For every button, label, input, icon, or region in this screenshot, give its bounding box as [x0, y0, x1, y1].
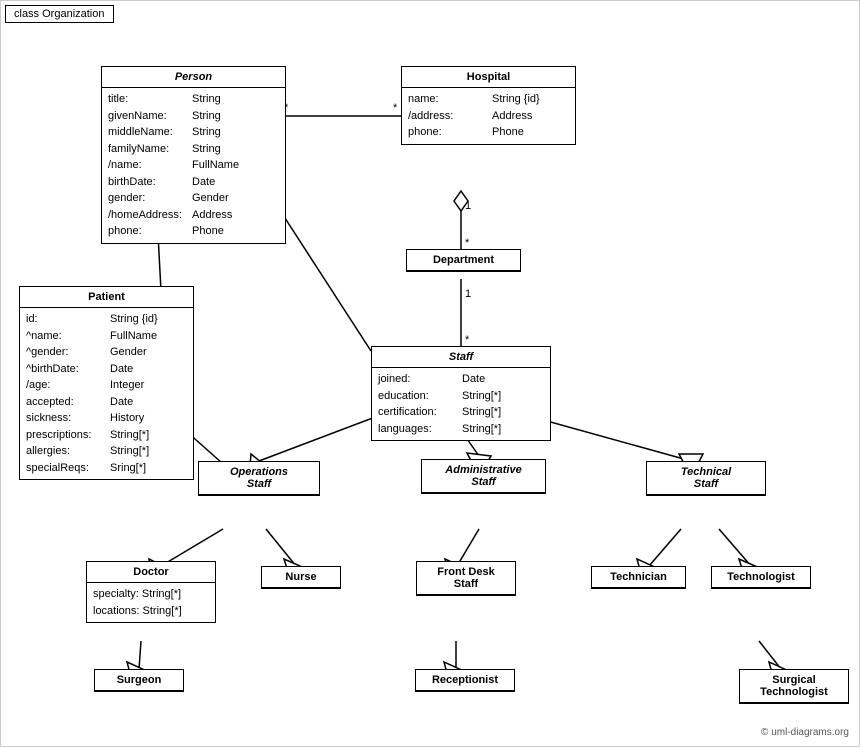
- diagram-title: class Organization: [5, 5, 114, 23]
- administrative-staff-class: AdministrativeStaff: [421, 459, 546, 494]
- department-class: Department: [406, 249, 521, 272]
- staff-class: Staff joined:Date education:String[*] ce…: [371, 346, 551, 441]
- svg-text:1: 1: [465, 200, 471, 212]
- person-class: Person title:String givenName:String mid…: [101, 66, 286, 244]
- operations-staff-class: OperationsStaff: [198, 461, 320, 496]
- doctor-class: Doctor specialty: String[*] locations: S…: [86, 561, 216, 623]
- technologist-class: Technologist: [711, 566, 811, 589]
- patient-title: Patient: [20, 287, 193, 308]
- technical-staff-class: TechnicalStaff: [646, 461, 766, 496]
- hospital-attrs: name:String {id} /address:Address phone:…: [402, 88, 575, 144]
- surgeon-title: Surgeon: [95, 670, 183, 691]
- svg-text:*: *: [393, 102, 398, 114]
- staff-attrs: joined:Date education:String[*] certific…: [372, 368, 550, 440]
- hospital-title: Hospital: [402, 67, 575, 88]
- person-title: Person: [102, 67, 285, 88]
- nurse-title: Nurse: [262, 567, 340, 588]
- administrative-staff-title: AdministrativeStaff: [422, 460, 545, 493]
- operations-staff-title: OperationsStaff: [199, 462, 319, 495]
- front-desk-staff-class: Front DeskStaff: [416, 561, 516, 596]
- staff-title: Staff: [372, 347, 550, 368]
- technical-staff-title: TechnicalStaff: [647, 462, 765, 495]
- technician-class: Technician: [591, 566, 686, 589]
- receptionist-title: Receptionist: [416, 670, 514, 691]
- copyright: © uml-diagrams.org: [761, 727, 849, 738]
- surgical-technologist-class: SurgicalTechnologist: [739, 669, 849, 704]
- doctor-attrs: specialty: String[*] locations: String[*…: [87, 583, 215, 622]
- patient-attrs: id:String {id} ^name:FullName ^gender:Ge…: [20, 308, 193, 479]
- surgical-technologist-title: SurgicalTechnologist: [740, 670, 848, 703]
- diagram-canvas: class Organization * * 1 * 1 * * *: [0, 0, 860, 747]
- person-attrs: title:String givenName:String middleName…: [102, 88, 285, 243]
- technologist-title: Technologist: [712, 567, 810, 588]
- svg-text:*: *: [465, 334, 470, 346]
- patient-class: Patient id:String {id} ^name:FullName ^g…: [19, 286, 194, 480]
- front-desk-staff-title: Front DeskStaff: [417, 562, 515, 595]
- receptionist-class: Receptionist: [415, 669, 515, 692]
- department-title: Department: [407, 250, 520, 271]
- surgeon-class: Surgeon: [94, 669, 184, 692]
- nurse-class: Nurse: [261, 566, 341, 589]
- svg-text:1: 1: [465, 288, 471, 300]
- svg-text:*: *: [465, 237, 470, 249]
- hospital-class: Hospital name:String {id} /address:Addre…: [401, 66, 576, 145]
- technician-title: Technician: [592, 567, 685, 588]
- doctor-title: Doctor: [87, 562, 215, 583]
